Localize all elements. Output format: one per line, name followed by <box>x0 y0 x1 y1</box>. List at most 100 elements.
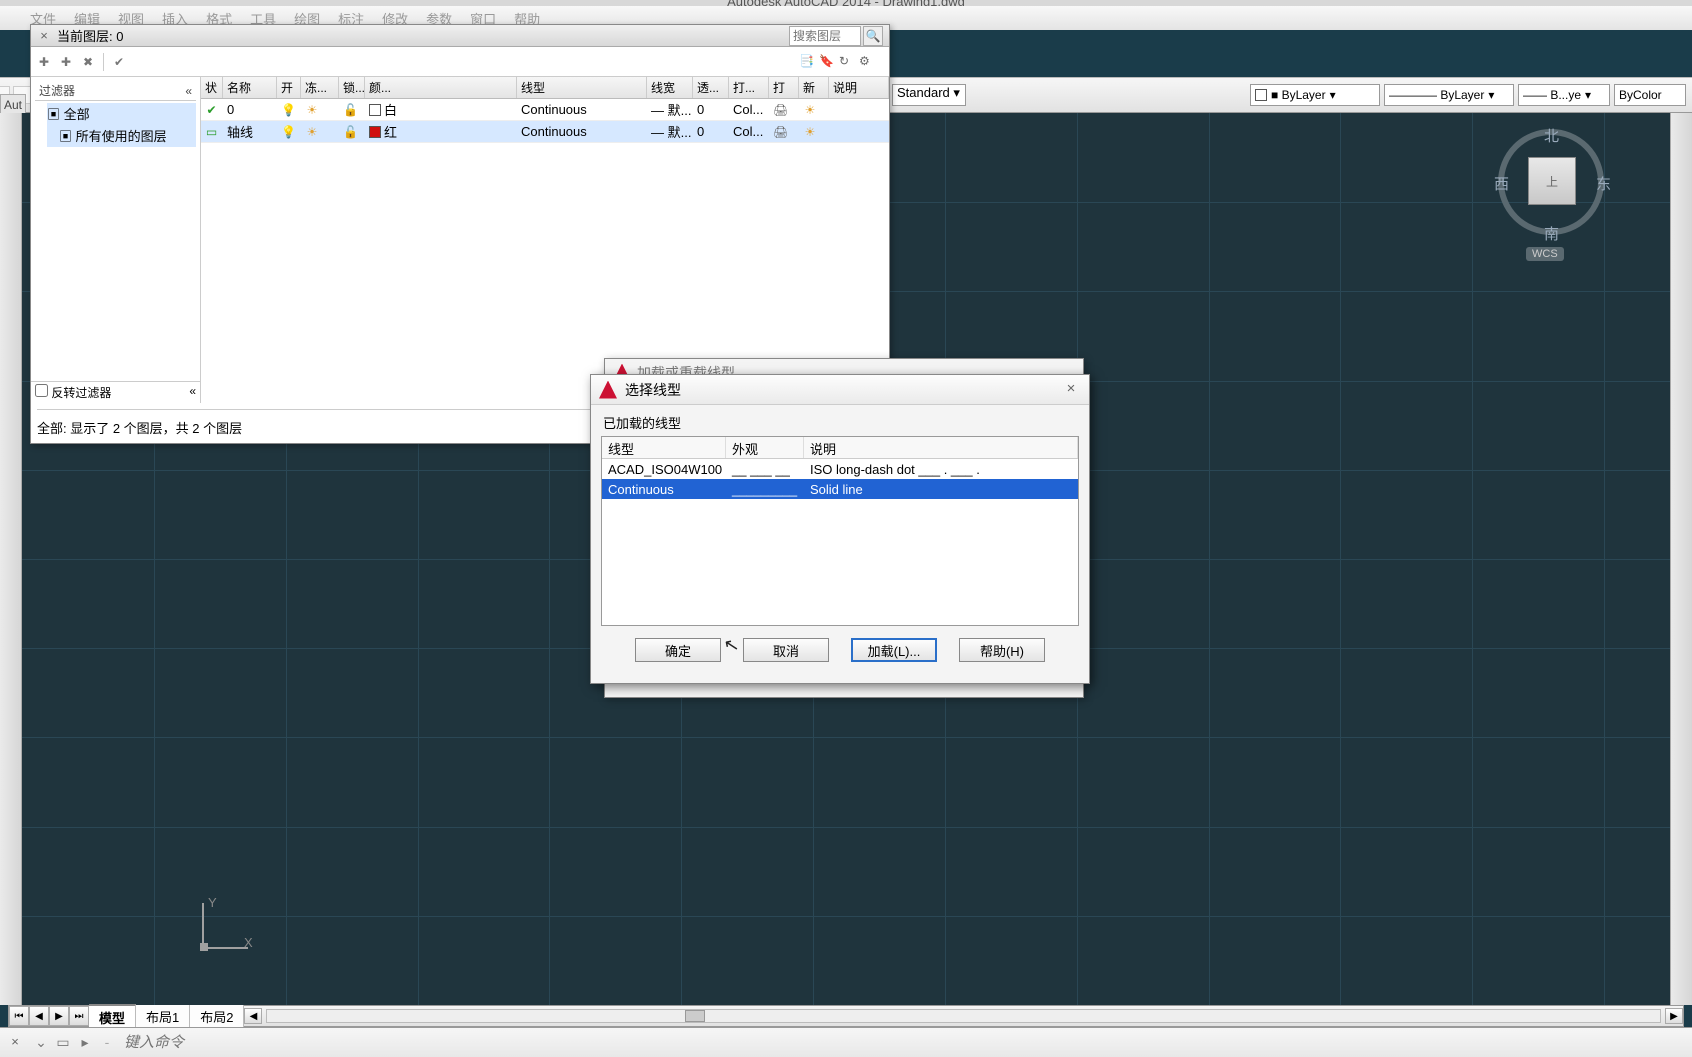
new-layer-icon[interactable]: ✚ <box>37 55 51 69</box>
search-icon[interactable]: 🔍 <box>863 26 883 46</box>
sun-icon[interactable]: ☀ <box>803 103 817 117</box>
cancel-button[interactable]: 取消 <box>743 638 829 662</box>
lineweight-selector[interactable]: —— B...ye ▾ <box>1518 84 1610 106</box>
linetype-selector[interactable]: ———— ByLayer ▾ <box>1384 84 1514 106</box>
sun-icon[interactable]: ☀ <box>803 125 817 139</box>
text-style-combo[interactable]: Standard ▾ <box>892 84 966 106</box>
lightbulb-icon[interactable]: 💡 <box>281 125 295 139</box>
new-filter-icon[interactable]: 🔖 <box>819 54 835 70</box>
layer-color-cell[interactable]: 白 <box>365 100 517 119</box>
linetype-row[interactable]: ACAD_ISO04W100__ ___ __ISO long-dash dot… <box>602 459 1078 479</box>
col-name[interactable]: 名称 <box>223 77 277 98</box>
ok-button[interactable]: 确定 <box>635 638 721 662</box>
plotstyle-selector[interactable]: ByColor <box>1614 84 1686 106</box>
layer-plotstyle-cell[interactable]: Col... <box>729 102 769 117</box>
status-check-icon: ✔ <box>205 103 218 117</box>
printer-icon[interactable]: 🖨 <box>773 103 787 117</box>
col-plotst[interactable]: 打... <box>729 77 769 98</box>
compass-north: 北 <box>1544 125 1559 146</box>
layer-plotstyle-cell[interactable]: Col... <box>729 124 769 139</box>
linetype-row[interactable]: Continuous_________Solid line <box>602 479 1078 499</box>
ucs-x-label: X <box>244 935 253 950</box>
layer-lineweight-cell[interactable]: — 默... <box>647 122 693 141</box>
tab-model[interactable]: 模型 <box>89 1004 136 1029</box>
layer-name-cell[interactable]: 轴线 <box>223 122 277 141</box>
close-icon[interactable]: × <box>6 1034 24 1052</box>
viewcube[interactable]: 北 南 西 东 上 WCS <box>1492 121 1612 261</box>
col-desc[interactable]: 说明 <box>829 77 889 98</box>
printer-icon[interactable]: 🖨 <box>773 125 787 139</box>
col-ltype[interactable]: 线型 <box>517 77 647 98</box>
col-appearance[interactable]: 外观 <box>726 437 804 458</box>
tab-first-button[interactable]: ⏮ <box>9 1006 29 1026</box>
close-icon[interactable]: × <box>1061 380 1081 400</box>
layer-row[interactable]: ✔0💡☀🔓白Continuous— 默...0Col...🖨☀ <box>201 99 889 121</box>
tab-layout1[interactable]: 布局1 <box>136 1005 190 1028</box>
compass-west: 西 <box>1494 173 1509 194</box>
col-lwt[interactable]: 线宽 <box>647 77 693 98</box>
col-lock[interactable]: 锁... <box>339 77 365 98</box>
tab-last-button[interactable]: ⏭ <box>69 1006 89 1026</box>
layer-states-icon[interactable]: 📑 <box>799 54 815 70</box>
help-button[interactable]: 帮助(H) <box>959 638 1045 662</box>
close-icon[interactable]: × <box>37 28 51 43</box>
filter-tree-item[interactable]: ▣ 所有使用的图层 <box>59 125 196 146</box>
layer-color-cell[interactable]: 红 <box>365 122 517 141</box>
autocad-app-icon <box>599 381 617 399</box>
settings-icon[interactable]: ⚙ <box>859 54 875 70</box>
invert-filter-label[interactable]: 反转过滤器 <box>35 386 111 400</box>
layer-linetype-cell[interactable]: Continuous <box>517 102 647 117</box>
layer-lineweight-cell[interactable]: — 默... <box>647 100 693 119</box>
tab-next-button[interactable]: ▶ <box>49 1006 69 1026</box>
col-linetype[interactable]: 线型 <box>602 437 726 458</box>
hscroll-bar[interactable] <box>266 1009 1661 1023</box>
col-on[interactable]: 开 <box>277 77 301 98</box>
left-toolbar <box>0 113 22 1005</box>
hscroll-left-button[interactable]: ◀ <box>244 1008 262 1024</box>
new-layer-vp-icon[interactable]: ✚ <box>59 55 73 69</box>
linetype-list[interactable]: 线型 外观 说明 ACAD_ISO04W100__ ___ __ISO long… <box>601 436 1079 626</box>
hscroll-thumb[interactable] <box>685 1010 705 1022</box>
invert-filter-checkbox[interactable] <box>35 384 48 397</box>
layer-row[interactable]: ▭轴线💡☀🔓红Continuous— 默...0Col...🖨☀ <box>201 121 889 143</box>
linetype-name-cell: Continuous <box>602 482 726 497</box>
col-description[interactable]: 说明 <box>804 437 1078 458</box>
col-plot[interactable]: 打 <box>769 77 799 98</box>
cmd-prompt-icon: ▭ <box>54 1034 72 1052</box>
filter-tree-root[interactable]: ▣ 全部 ▣ 所有使用的图层 <box>47 103 196 147</box>
layer-search-input[interactable] <box>789 26 861 46</box>
layer-transparency-cell[interactable]: 0 <box>693 102 729 117</box>
col-status[interactable]: 状 <box>201 77 223 98</box>
sun-icon[interactable]: ☀ <box>305 125 319 139</box>
delete-layer-icon[interactable]: ✖ <box>81 55 95 69</box>
select-linetype-title: 选择线型 <box>625 380 681 400</box>
layer-name-cell[interactable]: 0 <box>223 102 277 117</box>
filter-tree-header: 过滤器 <box>39 82 75 99</box>
sun-icon[interactable]: ☀ <box>305 103 319 117</box>
wcs-badge[interactable]: WCS <box>1526 247 1564 261</box>
layer-transparency-cell[interactable]: 0 <box>693 124 729 139</box>
collapse-icon[interactable]: « <box>189 384 196 398</box>
hscroll-right-button[interactable]: ▶ <box>1665 1008 1683 1024</box>
viewcube-face[interactable]: 上 <box>1528 157 1576 205</box>
set-current-icon[interactable]: ✔ <box>112 55 126 69</box>
tab-layout2[interactable]: 布局2 <box>190 1005 244 1028</box>
col-trans[interactable]: 透... <box>693 77 729 98</box>
col-freeze[interactable]: 冻... <box>301 77 339 98</box>
layer-panel-title: 当前图层: 0 <box>57 26 123 45</box>
color-selector[interactable]: ■ ByLayer ▾ <box>1250 84 1380 106</box>
col-color[interactable]: 颜... <box>365 77 517 98</box>
lock-icon[interactable]: 🔓 <box>343 125 357 139</box>
lock-icon[interactable]: 🔓 <box>343 103 357 117</box>
collapse-icon[interactable]: « <box>185 84 192 98</box>
lightbulb-icon[interactable]: 💡 <box>281 103 295 117</box>
command-input[interactable] <box>124 1034 1686 1051</box>
layer-linetype-cell[interactable]: Continuous <box>517 124 647 139</box>
cmd-history-icon[interactable]: ⌄ <box>32 1034 50 1052</box>
tab-prev-button[interactable]: ◀ <box>29 1006 49 1026</box>
refresh-icon[interactable]: ↻ <box>839 54 855 70</box>
col-new[interactable]: 新 <box>799 77 829 98</box>
load-button[interactable]: 加载(L)... <box>851 638 937 662</box>
layer-panel-toolbar: ✚ ✚ ✖ ✔ 📑 🔖 ↻ ⚙ <box>31 47 889 77</box>
chevron-right-icon: ▸ <box>76 1034 94 1052</box>
